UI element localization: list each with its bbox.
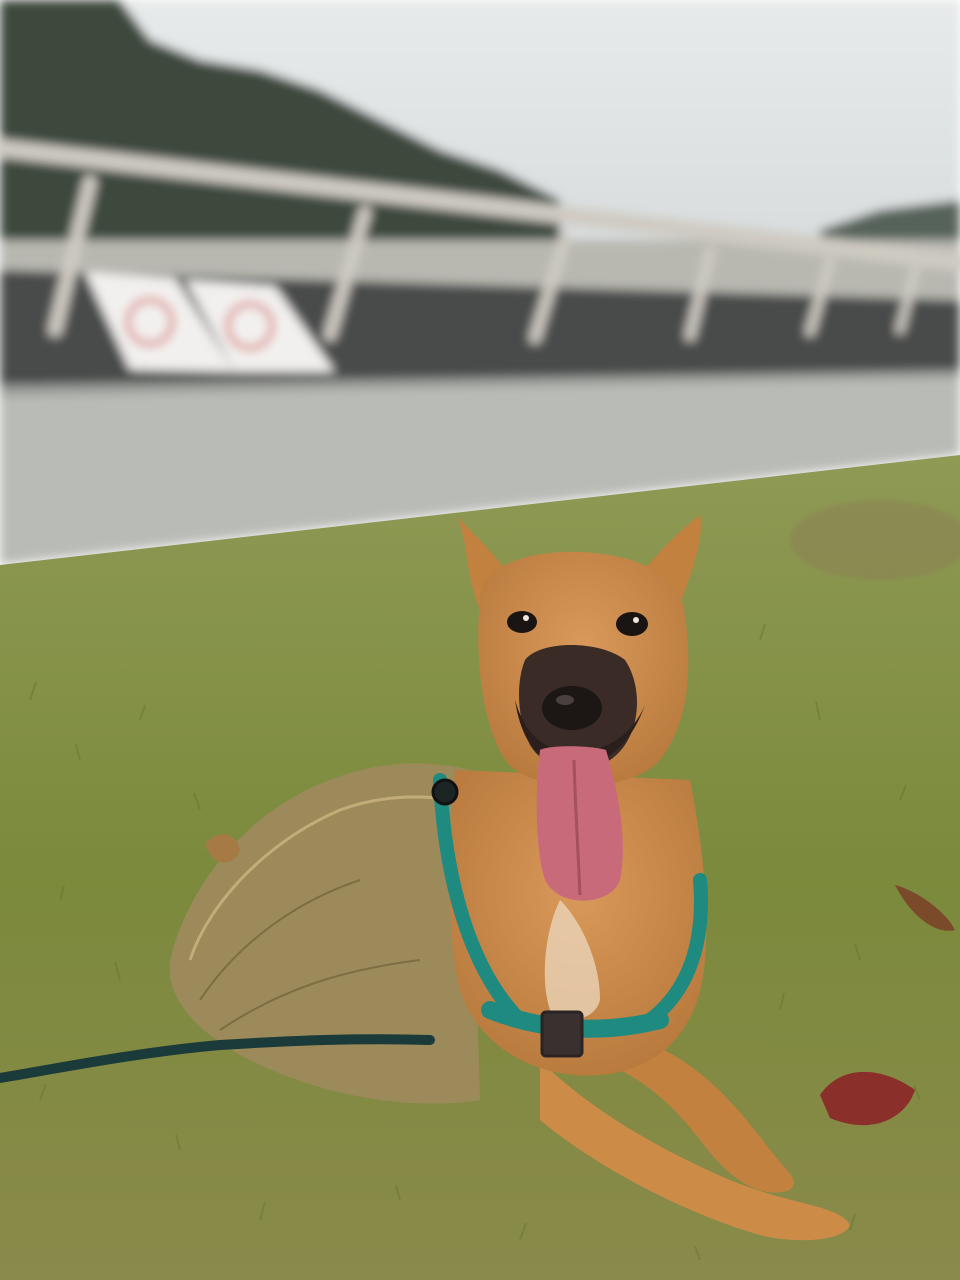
dog-nose (542, 686, 602, 730)
dog-photo-scene (0, 0, 960, 1280)
dog-left-eye (507, 611, 537, 633)
dog-right-eye (616, 612, 648, 636)
